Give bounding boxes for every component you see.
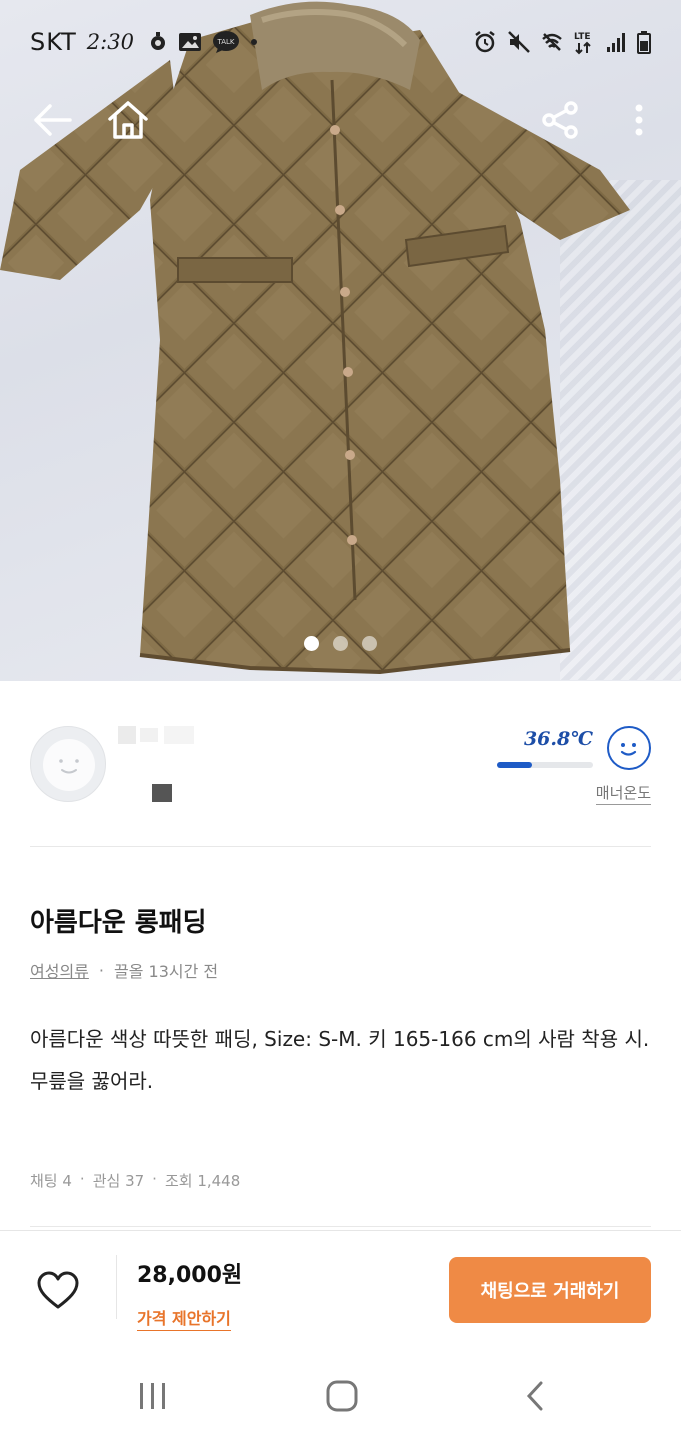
status-bar: SKT 2:30 TALK LTE — [30, 22, 651, 62]
carrier-label: SKT — [30, 28, 77, 56]
item-stats: 채팅 4 · 관심 37 · 조회 1,448 — [30, 1170, 240, 1191]
recent-apps-button[interactable] — [128, 1376, 178, 1416]
notification-dot-icon — [250, 38, 258, 46]
like-button[interactable] — [36, 1271, 80, 1311]
back-arrow-icon — [34, 104, 72, 136]
carousel-dot-active — [304, 636, 319, 651]
home-nav-icon — [326, 1380, 358, 1412]
meta-separator: · — [152, 1170, 157, 1188]
seller-name-redacted — [118, 726, 198, 752]
home-button[interactable] — [106, 98, 150, 142]
back-button[interactable] — [30, 98, 74, 142]
manner-temp-value: 36.8℃ — [523, 728, 593, 750]
manner-face-icon — [607, 726, 651, 770]
gallery-icon — [178, 32, 202, 52]
seller-profile[interactable]: 36.8℃ 매너온도 — [30, 726, 651, 816]
manner-temp-bar — [497, 762, 593, 768]
talk-icon: TALK — [212, 30, 240, 54]
item-meta: 여성의류 · 끌올 13시간 전 — [30, 958, 218, 982]
avatar[interactable] — [30, 726, 106, 802]
divider — [30, 846, 651, 847]
home-icon — [108, 101, 148, 139]
carousel-dot — [333, 636, 348, 651]
share-icon — [542, 101, 578, 139]
back-nav-button[interactable] — [510, 1376, 560, 1416]
seller-location-redacted — [152, 784, 172, 802]
home-nav-button[interactable] — [317, 1376, 367, 1416]
bottom-action-bar: 28,000원 가격 제안하기 채팅으로 거래하기 — [0, 1230, 681, 1350]
lte-icon: LTE — [573, 29, 595, 55]
divider — [30, 1226, 651, 1227]
mute-icon — [507, 30, 531, 54]
system-nav-bar — [0, 1350, 681, 1439]
more-button[interactable] — [624, 98, 654, 142]
more-vertical-icon — [635, 104, 643, 136]
clock: 2:30 — [86, 30, 134, 54]
item-time: 끌올 13시간 전 — [113, 962, 219, 981]
heart-icon — [37, 1271, 79, 1309]
meta-separator: · — [79, 1170, 85, 1188]
alarm-icon — [473, 30, 497, 54]
item-price: 28,000원 — [137, 1263, 243, 1288]
chat-trade-button[interactable]: 채팅으로 거래하기 — [449, 1257, 651, 1323]
manner-temperature: 36.8℃ — [497, 728, 593, 772]
default-avatar-icon — [43, 739, 95, 791]
item-description: 아름다운 색상 따뜻한 패딩, Size: S-M. 키 165-166 cm의… — [30, 1027, 650, 1093]
signal-icon — [605, 31, 627, 53]
svg-text:TALK: TALK — [216, 38, 234, 46]
back-nav-icon — [526, 1381, 543, 1411]
carousel-dot — [362, 636, 377, 651]
item-category-link[interactable]: 여성의류 — [30, 958, 89, 982]
wifi-off-icon — [541, 31, 563, 53]
share-button[interactable] — [538, 98, 582, 142]
manner-temp-label[interactable]: 매너온도 — [595, 782, 651, 805]
svg-text:LTE: LTE — [574, 32, 591, 42]
stat-interest: 관심 37 — [92, 1172, 145, 1190]
carousel-indicator — [0, 636, 681, 651]
recent-apps-icon — [140, 1383, 165, 1409]
location-pin-icon — [148, 31, 168, 53]
item-title: 아름다운 롱패딩 — [30, 908, 207, 938]
price-offer-link[interactable]: 가격 제안하기 — [137, 1305, 231, 1331]
battery-icon — [637, 30, 651, 54]
stat-chat: 채팅 4 — [30, 1172, 72, 1190]
meta-separator: · — [98, 960, 104, 980]
stat-views: 조회 1,448 — [164, 1172, 241, 1190]
vertical-divider — [116, 1255, 117, 1319]
